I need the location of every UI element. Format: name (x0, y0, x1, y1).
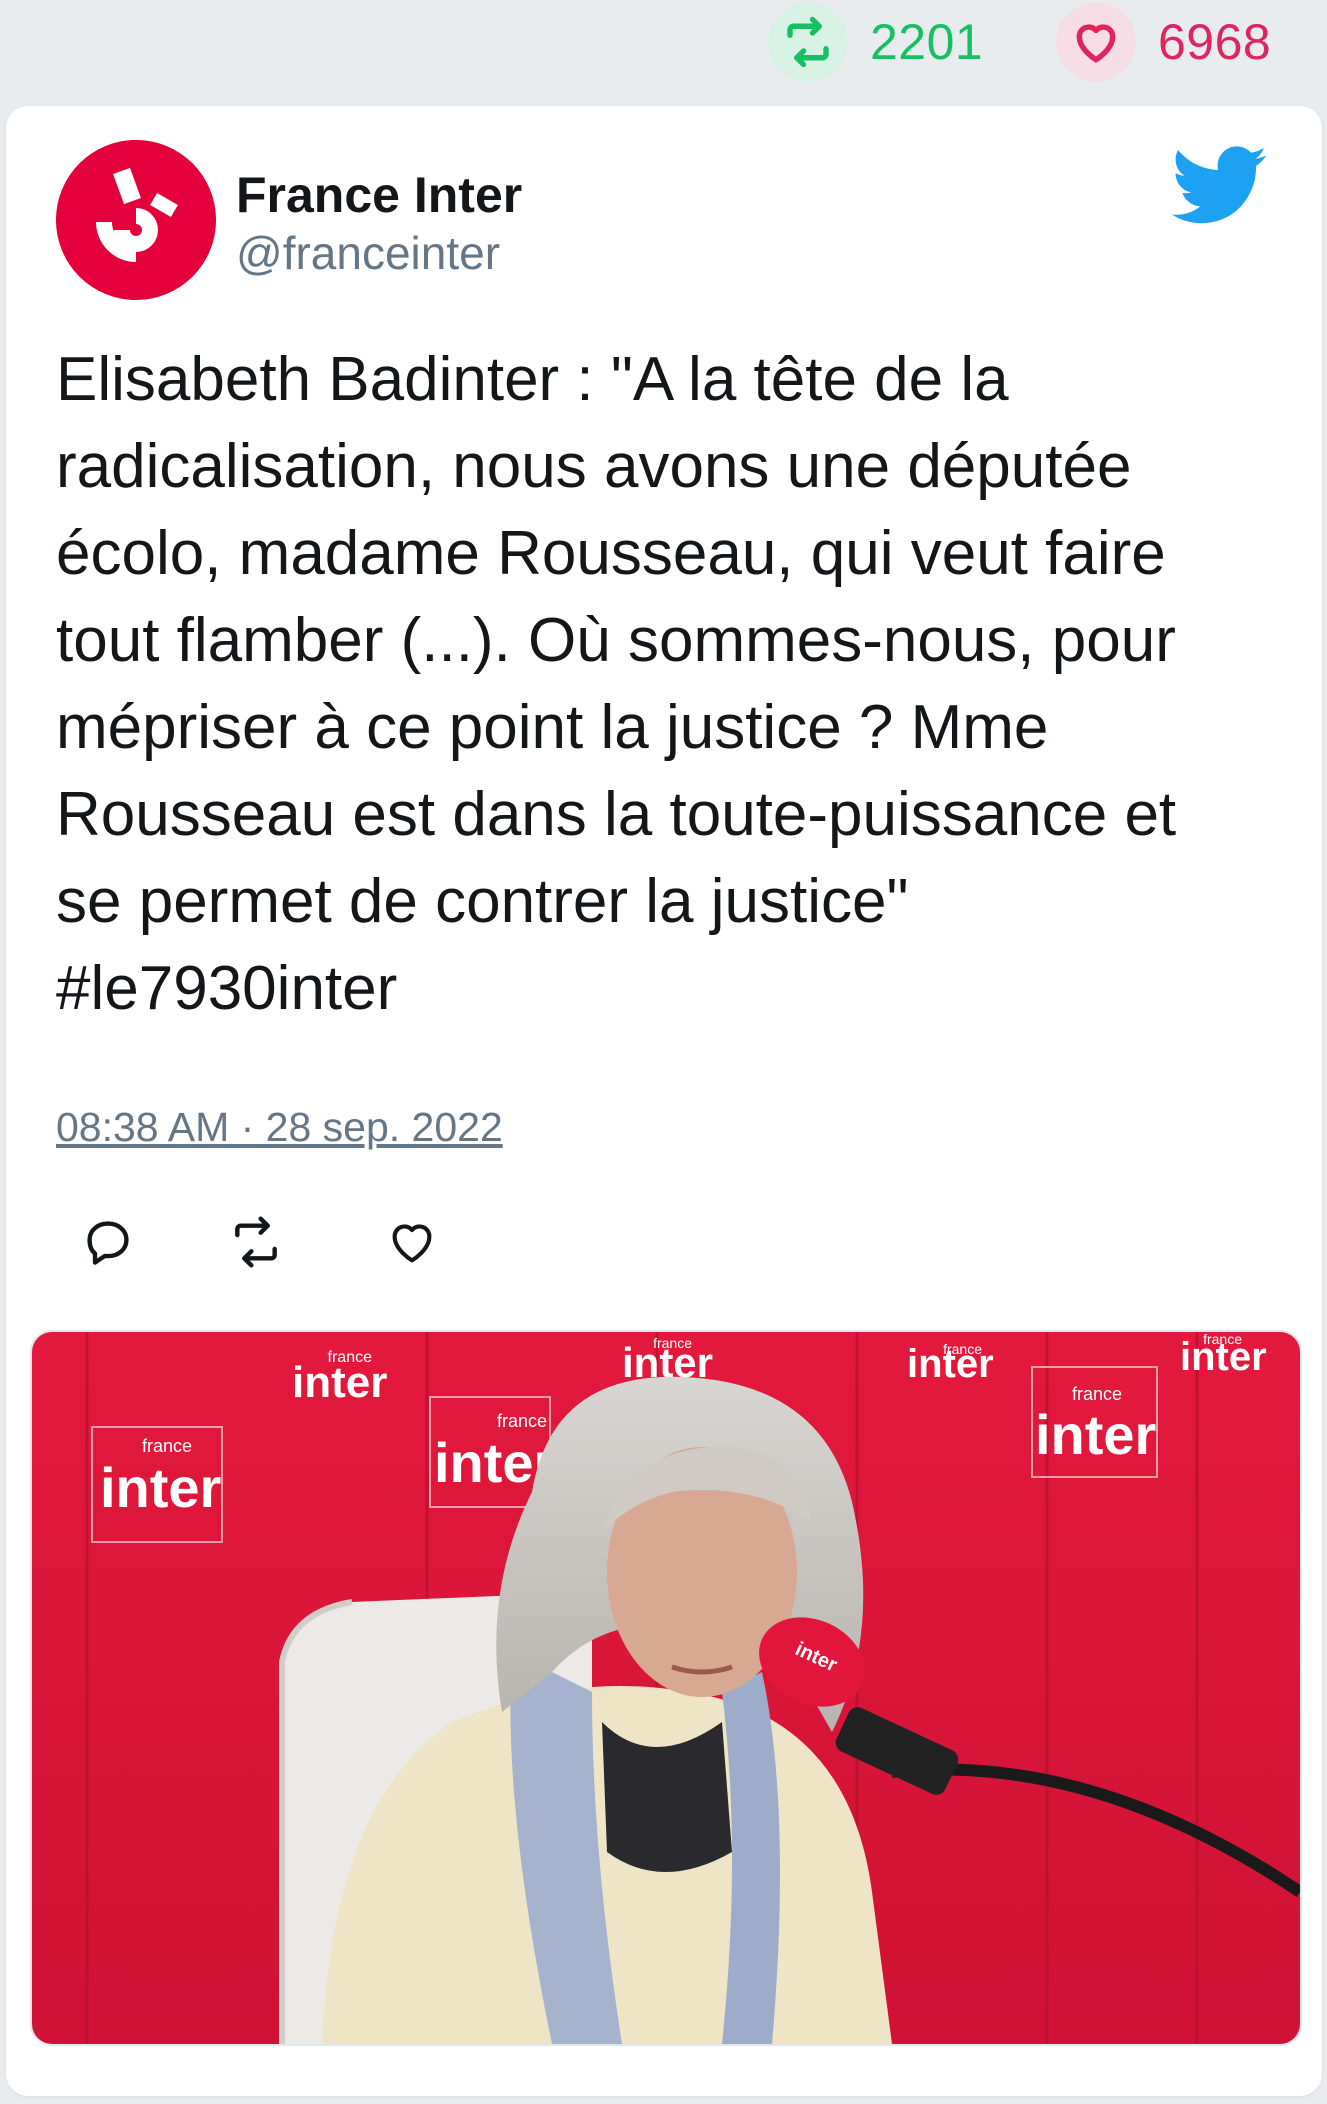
like-button[interactable] (380, 1210, 444, 1274)
reply-icon (87, 1221, 129, 1265)
twitter-bird-icon[interactable] (1171, 146, 1268, 226)
avatar[interactable] (56, 140, 216, 300)
author-handle[interactable]: @franceinter (236, 226, 500, 280)
svg-text:france: france (142, 1436, 192, 1456)
france-inter-logo (56, 140, 216, 300)
svg-text:inter: inter (292, 1358, 387, 1407)
heart-icon (1056, 2, 1136, 82)
tweet-timestamp[interactable]: 08:38 AM · 28 sep. 2022 (56, 1104, 503, 1151)
svg-text:inter: inter (1035, 1403, 1156, 1466)
heart-icon (392, 1224, 432, 1263)
engagement-stats: 2201 6968 (0, 0, 1327, 96)
svg-text:inter: inter (1180, 1335, 1267, 1379)
svg-text:inter: inter (907, 1342, 994, 1386)
tweet-card: France Inter @franceinter Elisabeth Badi… (6, 106, 1322, 2096)
backdrop-logo: france inter (292, 1349, 387, 1407)
like-count: 6968 (1158, 14, 1272, 70)
retweet-icon (235, 1216, 277, 1268)
svg-text:france: france (1072, 1384, 1122, 1404)
photo-studio-interview: france inter france inter france inter f… (32, 1332, 1300, 2044)
backdrop-logo: france inter (1180, 1332, 1267, 1379)
retweet-count: 2201 (870, 14, 984, 70)
retweet-icon (768, 2, 848, 82)
author-name[interactable]: France Inter (236, 166, 522, 224)
tweet-text: Elisabeth Badinter : "A la tête de la ra… (56, 345, 1177, 1023)
tweet-media-photo[interactable]: france inter france inter france inter f… (30, 1330, 1302, 2046)
retweet-button[interactable] (224, 1210, 288, 1274)
svg-text:inter: inter (100, 1456, 221, 1519)
backdrop-logo: france inter (907, 1341, 994, 1386)
reply-button[interactable] (76, 1210, 140, 1274)
like-stat[interactable]: 6968 (1056, 2, 1271, 82)
retweet-stat[interactable]: 2201 (768, 2, 983, 82)
svg-text:france: france (497, 1411, 547, 1431)
